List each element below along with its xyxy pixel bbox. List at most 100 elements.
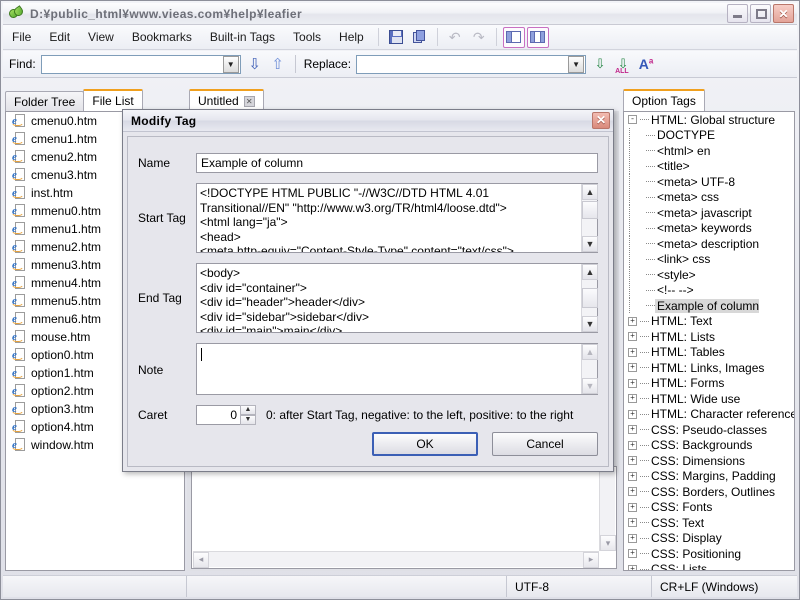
tree-item[interactable]: +HTML: Lists: [624, 329, 794, 345]
maximize-button[interactable]: [750, 4, 771, 23]
tree-item[interactable]: +HTML: Forms: [624, 376, 794, 392]
search-input[interactable]: [42, 56, 223, 73]
tree-item[interactable]: +HTML: Tables: [624, 345, 794, 361]
scrollbar-thumb[interactable]: [582, 201, 598, 219]
tree-item[interactable]: +CSS: Margins, Padding: [624, 469, 794, 485]
tree-item[interactable]: +CSS: Dimensions: [624, 453, 794, 469]
tab-option-tags[interactable]: Option Tags: [623, 89, 705, 111]
caret-stepper-buttons[interactable]: ▲ ▼: [240, 405, 256, 425]
replace-input[interactable]: [357, 56, 568, 73]
minimize-button[interactable]: [727, 4, 748, 23]
option-tags-tree[interactable]: -HTML: Global structureDOCTYPE<html> en<…: [623, 111, 795, 571]
tab-folder-tree[interactable]: Folder Tree: [5, 91, 84, 111]
find-next-icon[interactable]: ⇩: [246, 55, 264, 73]
scroll-right-button[interactable]: ▸: [583, 552, 599, 568]
tree-item[interactable]: +CSS: Display: [624, 531, 794, 547]
tree-item[interactable]: +CSS: Text: [624, 515, 794, 531]
editor-vertical-scrollbar[interactable]: ▾: [599, 468, 615, 551]
replace-combobox[interactable]: ▼: [356, 55, 586, 74]
menu-view[interactable]: View: [79, 27, 123, 47]
scroll-down-button[interactable]: ▼: [582, 378, 598, 394]
tree-expander-expand-icon[interactable]: +: [628, 503, 637, 512]
tree-expander-expand-icon[interactable]: +: [628, 487, 637, 496]
tree-expander-expand-icon[interactable]: +: [628, 394, 637, 403]
tree-item[interactable]: +HTML: Links, Images: [624, 360, 794, 376]
caret-stepper-input[interactable]: [196, 405, 241, 425]
tree-item[interactable]: <!-- -->: [624, 283, 794, 299]
end-tag-scrollbar[interactable]: ▲ ▼: [581, 264, 597, 332]
start-tag-scrollbar[interactable]: ▲ ▼: [581, 184, 597, 252]
tree-expander-expand-icon[interactable]: +: [628, 317, 637, 326]
tree-item[interactable]: -HTML: Global structure: [624, 112, 794, 128]
menu-bookmarks[interactable]: Bookmarks: [123, 27, 201, 47]
save-button[interactable]: [385, 27, 407, 48]
tree-expander-expand-icon[interactable]: +: [628, 379, 637, 388]
find-combobox[interactable]: ▼: [41, 55, 241, 74]
tree-item[interactable]: +HTML: Text: [624, 314, 794, 330]
scrollbar-thumb[interactable]: [582, 288, 598, 308]
duplicate-button[interactable]: [409, 27, 431, 48]
menu-file[interactable]: File: [3, 27, 40, 47]
tree-expander-expand-icon[interactable]: +: [628, 472, 637, 481]
tree-item[interactable]: <html> en: [624, 143, 794, 159]
tree-item[interactable]: DOCTYPE: [624, 128, 794, 144]
chevron-down-icon[interactable]: ▼: [568, 56, 584, 73]
tree-item[interactable]: +CSS: Pseudo-classes: [624, 422, 794, 438]
tree-expander-expand-icon[interactable]: +: [628, 549, 637, 558]
scroll-up-button[interactable]: ▲: [582, 264, 598, 280]
close-button[interactable]: ✕: [773, 4, 794, 23]
toggle-left-panel-button[interactable]: [503, 27, 525, 48]
stepper-down-icon[interactable]: ▼: [240, 415, 256, 425]
scroll-down-button[interactable]: ▼: [582, 236, 598, 252]
tree-item[interactable]: <style>: [624, 267, 794, 283]
tab-untitled[interactable]: Untitled ✕: [189, 89, 264, 111]
start-tag-textarea[interactable]: <!DOCTYPE HTML PUBLIC "-//W3C//DTD HTML …: [196, 183, 598, 253]
tree-item[interactable]: +HTML: Wide use: [624, 391, 794, 407]
dialog-close-button[interactable]: ✕: [592, 112, 610, 129]
close-icon[interactable]: ✕: [244, 96, 255, 107]
tree-item[interactable]: +CSS: Backgrounds: [624, 438, 794, 454]
tree-item[interactable]: <meta> css: [624, 190, 794, 206]
tree-item[interactable]: <title>: [624, 159, 794, 175]
tree-item[interactable]: +CSS: Borders, Outlines: [624, 484, 794, 500]
redo-button[interactable]: ↷: [468, 27, 490, 48]
tree-expander-expand-icon[interactable]: +: [628, 425, 637, 434]
menu-tools[interactable]: Tools: [284, 27, 330, 47]
menu-help[interactable]: Help: [330, 27, 373, 47]
end-tag-textarea[interactable]: <body> <div id="container"> <div id="hea…: [196, 263, 598, 333]
menu-built-in-tags[interactable]: Built-in Tags: [201, 27, 284, 47]
tab-file-list[interactable]: File List: [83, 89, 142, 111]
scroll-down-button[interactable]: ▾: [600, 535, 616, 551]
status-encoding[interactable]: UTF-8: [507, 576, 652, 597]
tree-expander-expand-icon[interactable]: +: [628, 565, 637, 571]
editor-horizontal-scrollbar[interactable]: ◂ ▸: [193, 551, 599, 567]
note-textarea[interactable]: ▲ ▼: [196, 343, 598, 395]
tree-item[interactable]: <meta> javascript: [624, 205, 794, 221]
tree-item[interactable]: <link> css: [624, 252, 794, 268]
note-scrollbar[interactable]: ▲ ▼: [581, 344, 597, 394]
tree-item[interactable]: +CSS: Fonts: [624, 500, 794, 516]
toggle-right-panel-button[interactable]: [527, 27, 549, 48]
tree-expander-expand-icon[interactable]: +: [628, 332, 637, 341]
tree-item[interactable]: +CSS: Lists: [624, 562, 794, 572]
scroll-left-button[interactable]: ◂: [193, 552, 209, 568]
tree-expander-expand-icon[interactable]: +: [628, 441, 637, 450]
tree-expander-expand-icon[interactable]: +: [628, 363, 637, 372]
name-input[interactable]: [196, 153, 598, 173]
tree-expander-expand-icon[interactable]: +: [628, 348, 637, 357]
tree-item[interactable]: <meta> keywords: [624, 221, 794, 237]
tree-expander-collapse-icon[interactable]: -: [628, 115, 637, 124]
match-case-icon[interactable]: Aa: [637, 56, 655, 72]
cancel-button[interactable]: Cancel: [492, 432, 598, 456]
status-line-ending[interactable]: CR+LF (Windows): [652, 576, 797, 597]
tree-item[interactable]: <meta> UTF-8: [624, 174, 794, 190]
tree-expander-expand-icon[interactable]: +: [628, 518, 637, 527]
find-previous-icon[interactable]: ⇧: [269, 55, 287, 73]
tree-expander-expand-icon[interactable]: +: [628, 534, 637, 543]
tree-expander-expand-icon[interactable]: +: [628, 410, 637, 419]
chevron-down-icon[interactable]: ▼: [223, 56, 239, 73]
ok-button[interactable]: OK: [372, 432, 478, 456]
tree-item[interactable]: Example of column: [624, 298, 794, 314]
scroll-up-button[interactable]: ▲: [582, 344, 598, 360]
tree-item[interactable]: +HTML: Character references: [624, 407, 794, 423]
